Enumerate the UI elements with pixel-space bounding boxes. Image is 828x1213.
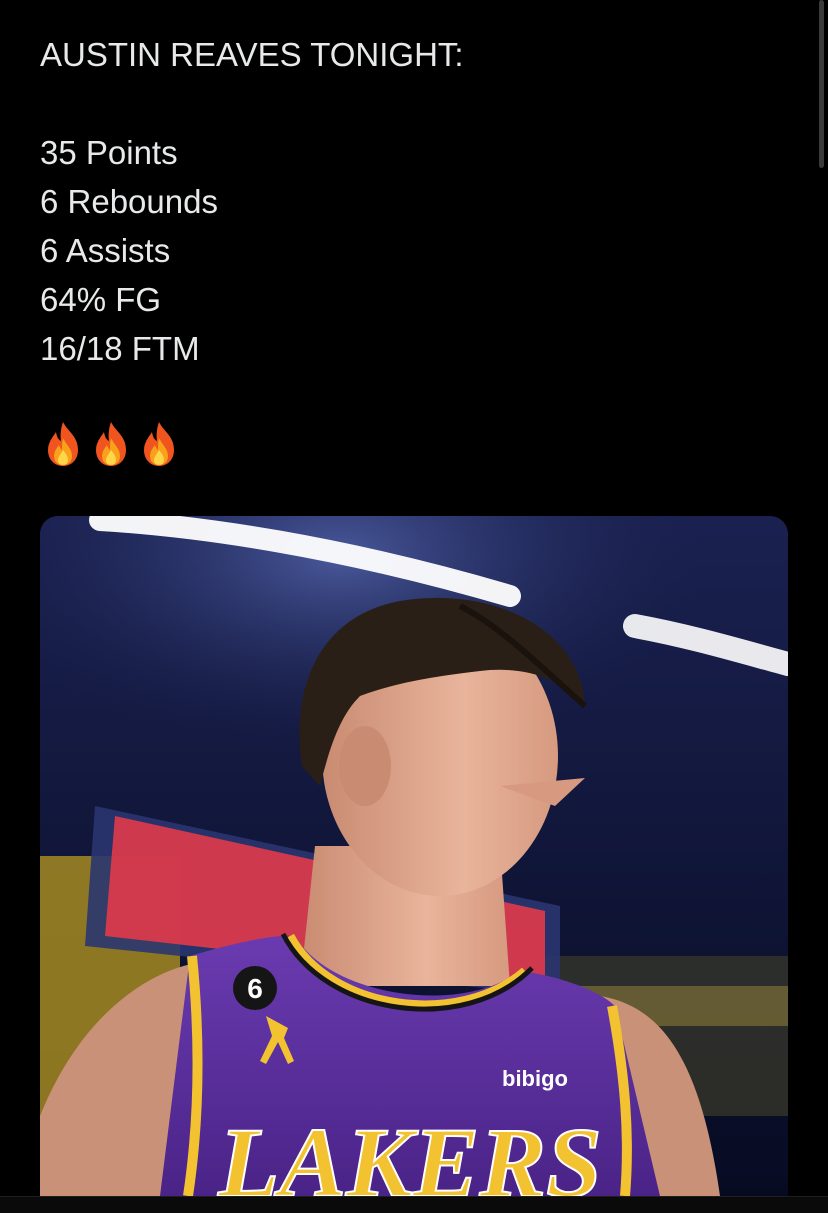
stat-assists: 6 Assists [40,232,171,269]
fire-icon [48,422,78,466]
scrollbar[interactable] [819,0,824,168]
emoji-row [42,420,180,472]
tweet-photo[interactable]: 6 bibigo LAKERS [40,516,788,1196]
fire-icon [96,422,126,466]
tweet-headline: AUSTIN REAVES TONIGHT: [40,36,464,73]
stat-list: 35 Points 6 Rebounds 6 Assists 64% FG 16… [40,128,800,373]
stat-fg: 64% FG [40,281,162,318]
stat-ftm: 16/18 FTM [40,330,200,367]
tweet-text: AUSTIN REAVES TONIGHT: 35 Points 6 Rebou… [40,30,800,373]
fire-icon [144,422,174,466]
jersey-number: 6 [247,973,263,1004]
stat-rebounds: 6 Rebounds [40,183,218,220]
tweet: AUSTIN REAVES TONIGHT: 35 Points 6 Rebou… [0,0,828,1213]
sponsor-logo: bibigo [502,1066,568,1091]
stat-points: 35 Points [40,134,178,171]
bottom-bar [0,1196,828,1213]
player-photo: 6 bibigo LAKERS [40,516,788,1196]
team-wordmark: LAKERS [217,1107,602,1196]
